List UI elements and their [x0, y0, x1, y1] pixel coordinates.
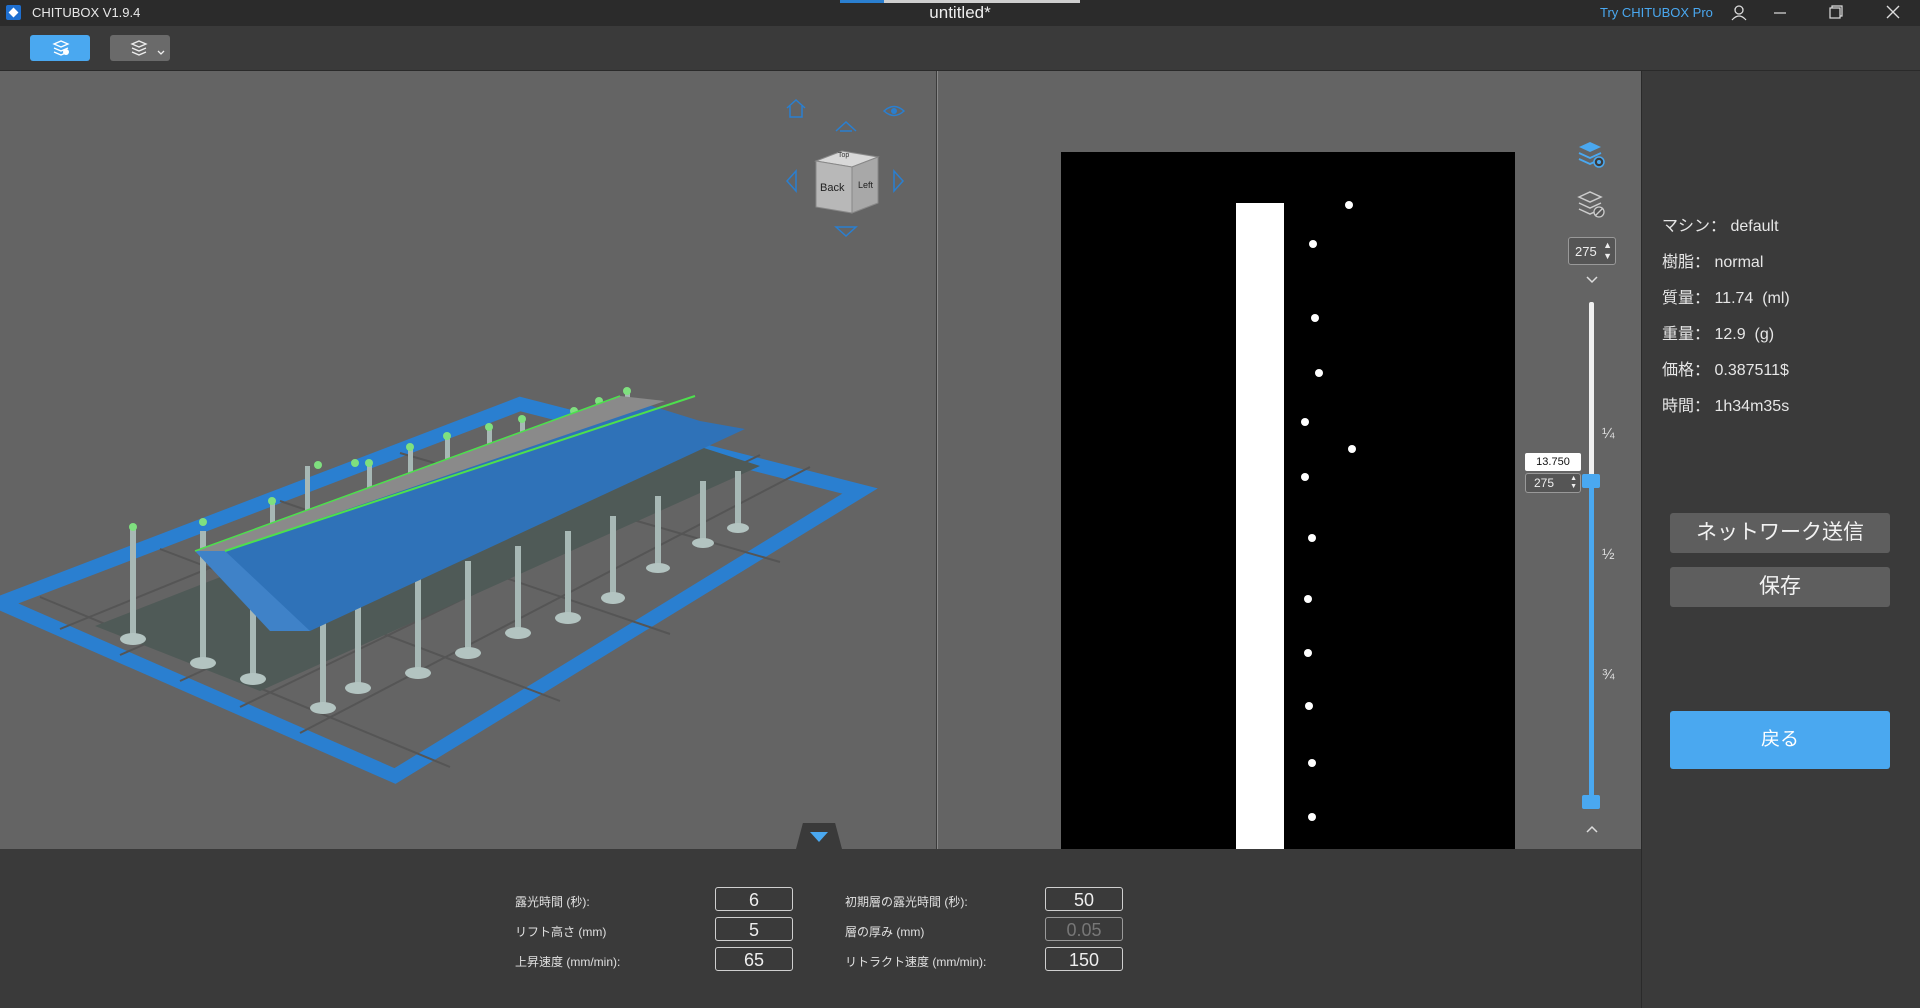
nav-right-arrow-icon[interactable]: [890, 169, 906, 198]
weight-label: 重量：: [1662, 326, 1711, 343]
back-button[interactable]: 戻る: [1670, 711, 1890, 769]
support-point: [1301, 418, 1309, 426]
nav-up-arrow-icon[interactable]: [834, 119, 858, 140]
support-point: [1315, 369, 1323, 377]
save-button[interactable]: 保存: [1670, 567, 1890, 607]
layer-tools-dropdown[interactable]: [110, 35, 170, 61]
try-pro-link[interactable]: Try CHITUBOX Pro: [1600, 5, 1713, 20]
volume-value: 11.74 (ml): [1714, 290, 1790, 307]
weight-row: 重量： 12.9 (g): [1662, 320, 1774, 344]
toolbar: [0, 26, 1920, 71]
restore-button[interactable]: [1816, 0, 1856, 26]
top-layer-value: 275: [1575, 244, 1597, 259]
price-label: 価格：: [1662, 362, 1711, 379]
current-layer-value: 275: [1534, 476, 1555, 490]
support-point: [1309, 240, 1317, 248]
spin-arrows-icon[interactable]: ▲ ▼: [1603, 240, 1612, 262]
bottom-exposure-field[interactable]: 50: [1045, 887, 1123, 911]
chevron-down-icon[interactable]: [1584, 273, 1600, 291]
retract-speed-field[interactable]: 150: [1045, 947, 1123, 971]
resin-label: 樹脂：: [1662, 254, 1711, 271]
lift-height-label: リフト高さ (mm): [515, 925, 607, 939]
support-point: [1308, 813, 1316, 821]
lift-speed-field[interactable]: 65: [715, 947, 793, 971]
show-layers-icon[interactable]: [1576, 138, 1606, 175]
exposure-time-field[interactable]: 6: [715, 887, 793, 911]
slice-view-button[interactable]: [30, 35, 90, 61]
top-layer-spinbox[interactable]: 275 ▲ ▼: [1568, 237, 1616, 265]
time-row: 時間： 1h34m35s: [1662, 392, 1789, 416]
user-icon[interactable]: [1720, 0, 1760, 26]
price-value: 0.387511$: [1714, 362, 1789, 379]
support-point: [1305, 702, 1313, 710]
print-parameters-panel: 露光時間 (秒): 6 リフト高さ (mm) 5 上昇速度 (mm/min): …: [0, 849, 1641, 1008]
chevron-up-icon[interactable]: [1584, 822, 1600, 840]
support-point: [1348, 445, 1356, 453]
price-row: 価格： 0.387511$: [1662, 356, 1789, 380]
collapse-panel-tab[interactable]: [796, 823, 842, 849]
lift-speed-label: 上昇速度 (mm/min):: [515, 955, 621, 969]
3d-viewport[interactable]: Top Back Left: [0, 71, 936, 849]
volume-row: 質量： 11.74 (ml): [1662, 284, 1790, 308]
weight-value: 12.9 (g): [1714, 326, 1775, 343]
spin-arrows-icon[interactable]: ▲ ▼: [1570, 475, 1577, 491]
layers-icon: [52, 40, 70, 56]
hide-layers-icon[interactable]: [1576, 188, 1606, 225]
slider-tick-half: ½: [1602, 546, 1615, 563]
view-cube-left-label: Left: [858, 180, 874, 190]
layers-dropdown-icon: [130, 40, 165, 56]
title-bar: CHITUBOX V1.9.4 untitled* Try CHITUBOX P…: [0, 0, 1920, 26]
layer-slider-handle-top[interactable]: [1582, 474, 1600, 488]
volume-label: 質量：: [1662, 290, 1711, 307]
lift-height-field[interactable]: 5: [715, 917, 793, 941]
network-send-button[interactable]: ネットワーク送信: [1670, 513, 1890, 553]
machine-row: マシン： default: [1662, 212, 1779, 236]
current-layer-spinbox[interactable]: 275 ▲ ▼: [1525, 473, 1581, 493]
support-point: [1304, 649, 1312, 657]
view-cube-top-label: Top: [838, 152, 850, 159]
nav-down-arrow-icon[interactable]: [834, 223, 858, 244]
exposure-time-label: 露光時間 (秒):: [515, 895, 590, 909]
print-info-panel: マシン： default 樹脂： normal 質量： 11.74 (ml) 重…: [1641, 71, 1920, 1008]
support-point: [1308, 759, 1316, 767]
retract-speed-label: リトラクト速度 (mm/min):: [845, 955, 987, 969]
slider-tick-three-quarter: ¾: [1602, 666, 1615, 683]
support-point: [1301, 473, 1309, 481]
slice-layer-image: [1061, 152, 1515, 849]
nav-eye-icon[interactable]: [882, 103, 906, 124]
nav-home-icon[interactable]: [784, 97, 808, 124]
layer-slider-handle-bottom[interactable]: [1582, 795, 1600, 809]
support-point: [1311, 314, 1319, 322]
bottom-exposure-label: 初期層の露光時間 (秒):: [845, 895, 968, 909]
layer-slider-fill: [1589, 482, 1594, 802]
layer-height-field: 0.05: [1045, 917, 1123, 941]
resin-value: normal: [1714, 254, 1764, 271]
slice-model-section: [1236, 203, 1284, 849]
triangle-down-icon: [810, 832, 828, 842]
machine-value: default: [1730, 218, 1779, 235]
support-point: [1304, 595, 1312, 603]
layer-height-label: 層の厚み (mm): [845, 925, 925, 939]
resin-row: 樹脂： normal: [1662, 248, 1763, 272]
close-button[interactable]: [1873, 0, 1913, 26]
time-label: 時間：: [1662, 398, 1711, 415]
nav-left-arrow-icon[interactable]: [784, 169, 800, 198]
time-value: 1h34m35s: [1714, 398, 1790, 415]
view-cube-back-label: Back: [820, 182, 845, 194]
current-height-box: 13.750: [1525, 453, 1581, 471]
view-cube[interactable]: Top Back Left: [812, 147, 884, 217]
slider-tick-quarter: ¼: [1602, 425, 1615, 442]
support-point: [1308, 534, 1316, 542]
minimize-button[interactable]: [1760, 0, 1800, 26]
machine-label: マシン：: [1662, 218, 1727, 235]
support-point: [1345, 201, 1353, 209]
